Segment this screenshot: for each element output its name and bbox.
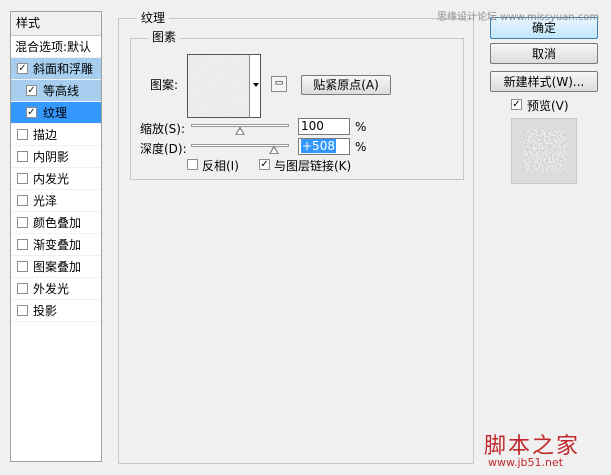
style-item-checkbox[interactable]: [17, 283, 28, 294]
style-item[interactable]: 颜色叠加: [11, 212, 101, 234]
preview-checkbox[interactable]: ✓: [511, 99, 522, 110]
depth-unit: %: [355, 140, 367, 154]
styles-list: 混合选项:默认 ✓ 斜面和浮雕 ✓ 等高线 ✓ 纹理描边内阴影内发光光泽颜色叠加渐变叠加图案…: [11, 36, 101, 322]
style-item-checkbox[interactable]: [17, 195, 28, 206]
style-item-checkbox[interactable]: [17, 239, 28, 250]
invert-label: 反相(I): [202, 159, 239, 173]
texture-group-title: 纹理: [137, 11, 170, 25]
styles-header[interactable]: 样式: [11, 12, 101, 36]
scale-input[interactable]: 100: [298, 118, 350, 135]
style-preview: [511, 118, 577, 184]
link-with-layer-checkbox[interactable]: ✓: [259, 159, 270, 170]
style-item[interactable]: 投影: [11, 300, 101, 322]
link-with-layer-label: 与图层链接(K): [274, 159, 352, 173]
scale-slider-thumb[interactable]: [235, 126, 245, 135]
style-item-check-glyph: ✓: [27, 107, 36, 118]
style-item-checkbox[interactable]: [17, 261, 28, 272]
new-style-button[interactable]: 新建样式(W)...: [490, 71, 598, 92]
style-item-label: 渐变叠加: [33, 238, 82, 252]
style-item[interactable]: 外发光: [11, 278, 101, 300]
invert-checkbox[interactable]: [187, 159, 198, 170]
style-item-check-glyph: ✓: [27, 85, 36, 96]
watermark-site-url: www.jb51.net: [488, 456, 564, 469]
style-item[interactable]: 渐变叠加: [11, 234, 101, 256]
style-item-label: 等高线: [43, 84, 80, 98]
style-item-label: 内阴影: [33, 150, 70, 164]
new-preset-icon[interactable]: ▭: [271, 76, 287, 92]
style-item-label: 混合选项:默认: [15, 40, 92, 54]
style-item-checkbox[interactable]: ✓: [26, 107, 37, 118]
style-item-checkbox[interactable]: [17, 173, 28, 184]
style-item-label: 描边: [33, 128, 58, 142]
style-item[interactable]: 描边: [11, 124, 101, 146]
style-item-label: 颜色叠加: [33, 216, 82, 230]
snap-to-origin-button[interactable]: 贴紧原点(A): [301, 75, 391, 95]
style-item-checkbox[interactable]: ✓: [17, 63, 28, 74]
style-item-label: 纹理: [43, 106, 68, 120]
style-item-label: 内发光: [33, 172, 70, 186]
style-item[interactable]: 内发光: [11, 168, 101, 190]
pattern-picker-dropdown[interactable]: [249, 54, 261, 118]
preview-texture-icon: [524, 130, 566, 172]
style-item-label: 斜面和浮雕: [33, 62, 94, 76]
preview-thumbnail: [524, 130, 566, 172]
style-item-checkbox[interactable]: [17, 129, 28, 140]
style-item[interactable]: 光泽: [11, 190, 101, 212]
depth-slider-thumb[interactable]: [269, 145, 280, 154]
scale-unit: %: [355, 120, 367, 134]
depth-input[interactable]: +508: [298, 138, 350, 155]
style-item[interactable]: 混合选项:默认: [11, 36, 101, 58]
pattern-texture-icon: [188, 55, 250, 117]
depth-label: 深度(D):: [140, 142, 187, 156]
cancel-button[interactable]: 取消: [490, 43, 598, 64]
style-item[interactable]: ✓ 斜面和浮雕: [11, 58, 101, 80]
style-item[interactable]: 内阴影: [11, 146, 101, 168]
pattern-group-title: 图素: [148, 30, 181, 44]
pattern-label: 图案:: [150, 78, 179, 92]
style-item[interactable]: ✓ 等高线: [11, 80, 101, 102]
preview-label: 预览(V): [527, 99, 569, 113]
scale-label: 缩放(S):: [140, 122, 186, 136]
preview-check-glyph: ✓: [512, 99, 521, 110]
style-item-checkbox[interactable]: ✓: [26, 85, 37, 96]
style-item-label: 投影: [33, 304, 58, 318]
style-item[interactable]: ✓ 纹理: [11, 102, 101, 124]
link-check-glyph: ✓: [260, 159, 269, 170]
style-item-label: 图案叠加: [33, 260, 82, 274]
style-item-checkbox[interactable]: [17, 217, 28, 228]
style-item-checkbox[interactable]: [17, 151, 28, 162]
style-item[interactable]: 图案叠加: [11, 256, 101, 278]
styles-list-panel: 样式 混合选项:默认 ✓ 斜面和浮雕 ✓ 等高线 ✓ 纹理描边内阴影内发光光泽颜色叠加渐变叠…: [10, 11, 102, 462]
style-item-check-glyph: ✓: [18, 63, 27, 74]
watermark-forum: 思缘设计论坛 www.missyuan.com: [437, 12, 600, 23]
style-item-label: 光泽: [33, 194, 58, 208]
style-item-checkbox[interactable]: [17, 305, 28, 316]
style-item-label: 外发光: [33, 282, 70, 296]
